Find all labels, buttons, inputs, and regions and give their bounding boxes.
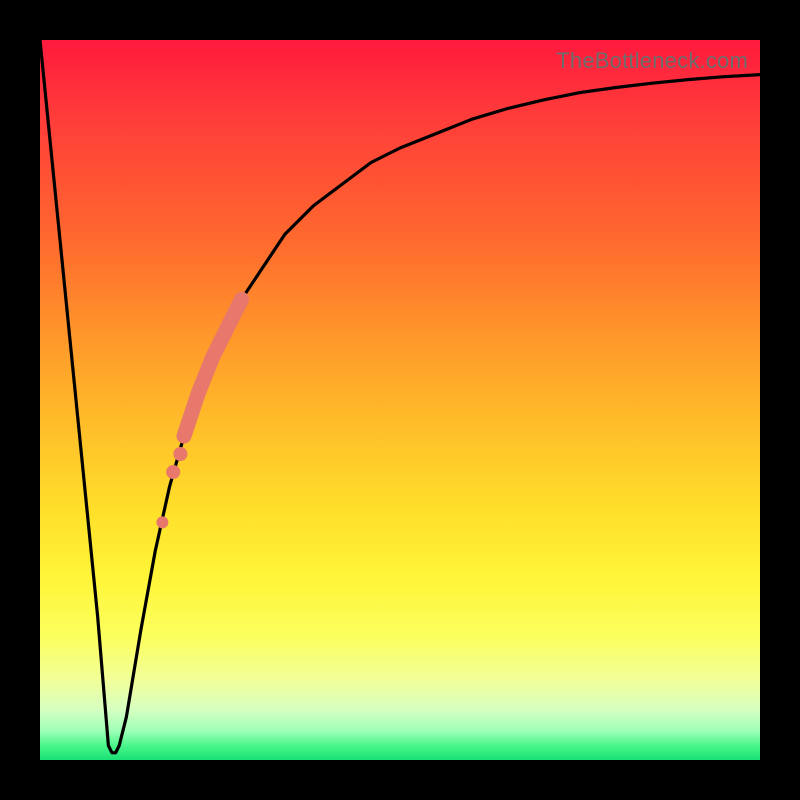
bottleneck-curve (40, 40, 760, 753)
highlight-dot (166, 465, 180, 479)
chart-frame: TheBottleneck.com (0, 0, 800, 800)
curve-layer (40, 40, 760, 760)
plot-area: TheBottleneck.com (40, 40, 760, 760)
highlight-dot (156, 516, 168, 528)
highlight-dot (173, 447, 187, 461)
attribution-label: TheBottleneck.com (556, 48, 748, 74)
highlight-stroke (184, 299, 242, 436)
